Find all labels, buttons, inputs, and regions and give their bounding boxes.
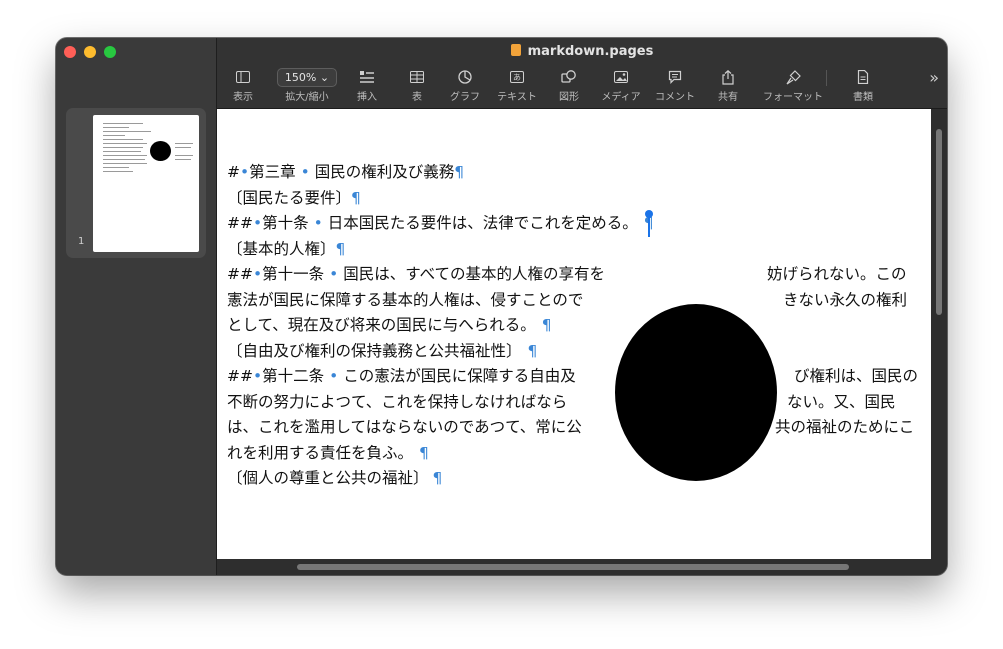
horizontal-scroll-thumb[interactable] <box>297 564 849 570</box>
media-button[interactable]: メディア <box>591 68 651 103</box>
pages-document-icon <box>510 44 521 56</box>
format-brush-icon <box>762 68 824 86</box>
wrap-right-text: び権利は、国民の <box>794 367 919 385</box>
comment-button[interactable]: コメント <box>645 68 705 103</box>
document-button[interactable]: 書類 <box>833 68 893 103</box>
zoom-select[interactable]: 150% ⌄ <box>277 67 337 87</box>
comment-label: コメント <box>655 92 695 103</box>
shape-icon <box>539 68 599 86</box>
zoom-control[interactable]: 150% ⌄ 拡大/縮小 <box>275 67 339 103</box>
text-label: テキスト <box>497 92 537 103</box>
page-number: 1 <box>78 236 85 247</box>
oval-shape[interactable] <box>615 304 777 481</box>
paragraph-line: 憲法が国民に保障する基本的人権は、侵すことので きない永久の権利 <box>227 288 907 314</box>
pilcrow-mark: ¶ <box>527 341 538 360</box>
paragraph-line: れを利用する責任を負ふ。 ¶ <box>227 443 429 462</box>
paragraph-line: は、これを濫用してはならないのであつて、常に公 共の福祉のためにこ <box>227 415 914 441</box>
zoom-button[interactable] <box>104 46 116 58</box>
horizontal-scrollbar[interactable] <box>217 559 947 575</box>
thumbnail-oval <box>150 141 171 161</box>
pilcrow-mark: ¶ <box>432 469 443 487</box>
paragraph-line: として、現在及び将来の国民に与へられる。 ¶ <box>227 316 552 334</box>
text-box-icon: あ <box>487 68 547 86</box>
zoom-value: 150% <box>284 70 317 84</box>
document-canvas[interactable]: #•第三章 • 国民の権利及び義務¶ 〔国民たる要件〕¶ ##•第十条 • 日本… <box>217 109 931 559</box>
view-label: 表示 <box>233 92 253 103</box>
page-thumbnail-sidebar: 1 <box>56 38 217 575</box>
heading-line: ##•第十条 • 日本国民たる要件は、法律でこれを定める。¶ <box>227 211 654 237</box>
zoom-label: 拡大/縮小 <box>285 92 329 103</box>
view-button[interactable]: 表示 <box>213 68 273 103</box>
paragraph-line: 不断の努力によつて、これを保持しなければなら ない。又、国民 <box>227 390 896 416</box>
paragraph-line: 〔基本的人権〕¶ <box>227 239 346 258</box>
document-body[interactable]: #•第三章 • 国民の権利及び義務¶ 〔国民たる要件〕¶ ##•第十条 • 日本… <box>227 160 918 492</box>
share-label: 共有 <box>718 92 738 103</box>
heading-line: ##•第十二条 • この憲法が国民に保障する自由及 び権利は、国民の <box>227 364 918 390</box>
toolbar: markdown.pages 表示 150% ⌄ 拡大/縮小 挿入 表 グラフ … <box>217 38 947 109</box>
pilcrow-mark: ¶ <box>454 163 465 181</box>
document-label: 書類 <box>853 92 873 103</box>
close-button[interactable] <box>64 46 76 58</box>
vertical-scrollbar[interactable] <box>931 109 947 559</box>
text-cursor[interactable] <box>645 210 653 237</box>
media-label: メディア <box>601 92 641 103</box>
toolbar-separator <box>826 70 827 86</box>
pilcrow-mark: ¶ <box>335 239 346 258</box>
window-title-text: markdown.pages <box>527 44 654 59</box>
toolbar-overflow-icon[interactable]: » <box>929 68 939 87</box>
svg-text:あ: あ <box>513 73 521 82</box>
page-thumbnail[interactable]: 1 <box>66 108 206 258</box>
paragraph-line: 〔自由及び権利の保持義務と公共福祉性〕 ¶ <box>227 341 538 360</box>
document-icon <box>833 68 893 86</box>
chevron-down-icon: ⌄ <box>319 70 330 84</box>
share-button[interactable]: 共有 <box>698 68 758 103</box>
pilcrow-mark: ¶ <box>541 316 552 334</box>
minimize-button[interactable] <box>84 46 96 58</box>
heading-line: #•第三章 • 国民の権利及び義務¶ <box>227 163 465 181</box>
shape-label: 図形 <box>559 92 579 103</box>
vertical-scroll-thumb[interactable] <box>936 129 942 315</box>
wrap-right-text: 共の福祉のためにこ <box>775 418 915 436</box>
window-controls <box>64 46 116 58</box>
page-thumbnail-preview <box>93 115 199 252</box>
wrap-right-text: きない永久の権利 <box>783 290 908 309</box>
wrap-right-text: ない。又、国民 <box>787 392 896 411</box>
format-label: フォーマット <box>763 92 823 103</box>
heading-line: ##•第十一条 • 国民は、すべての基本的人権の享有を 妨げられない。この <box>227 262 907 288</box>
wrap-right-text: 妨げられない。この <box>767 265 907 283</box>
format-button[interactable]: フォーマット <box>762 68 824 103</box>
chart-label: グラフ <box>450 92 480 103</box>
paragraph-line: 〔国民たる要件〕¶ <box>227 188 361 207</box>
sidebar-icon <box>213 68 273 86</box>
chart-icon <box>435 68 495 86</box>
paragraph-line: 〔個人の尊重と公共の福祉〕 ¶ <box>227 469 443 487</box>
media-icon <box>591 68 651 86</box>
pilcrow-mark: ¶ <box>351 188 361 207</box>
comment-icon <box>645 68 705 86</box>
window-title: markdown.pages <box>217 44 947 59</box>
share-icon <box>698 68 758 86</box>
pilcrow-mark: ¶ <box>419 443 429 462</box>
chart-button[interactable]: グラフ <box>435 68 495 103</box>
pages-window: 1 markdown.pages 表示 150% ⌄ 拡大/縮小 挿入 表 グラ… <box>56 38 947 575</box>
shape-button[interactable]: 図形 <box>539 68 599 103</box>
text-button[interactable]: あ テキスト <box>487 68 547 103</box>
